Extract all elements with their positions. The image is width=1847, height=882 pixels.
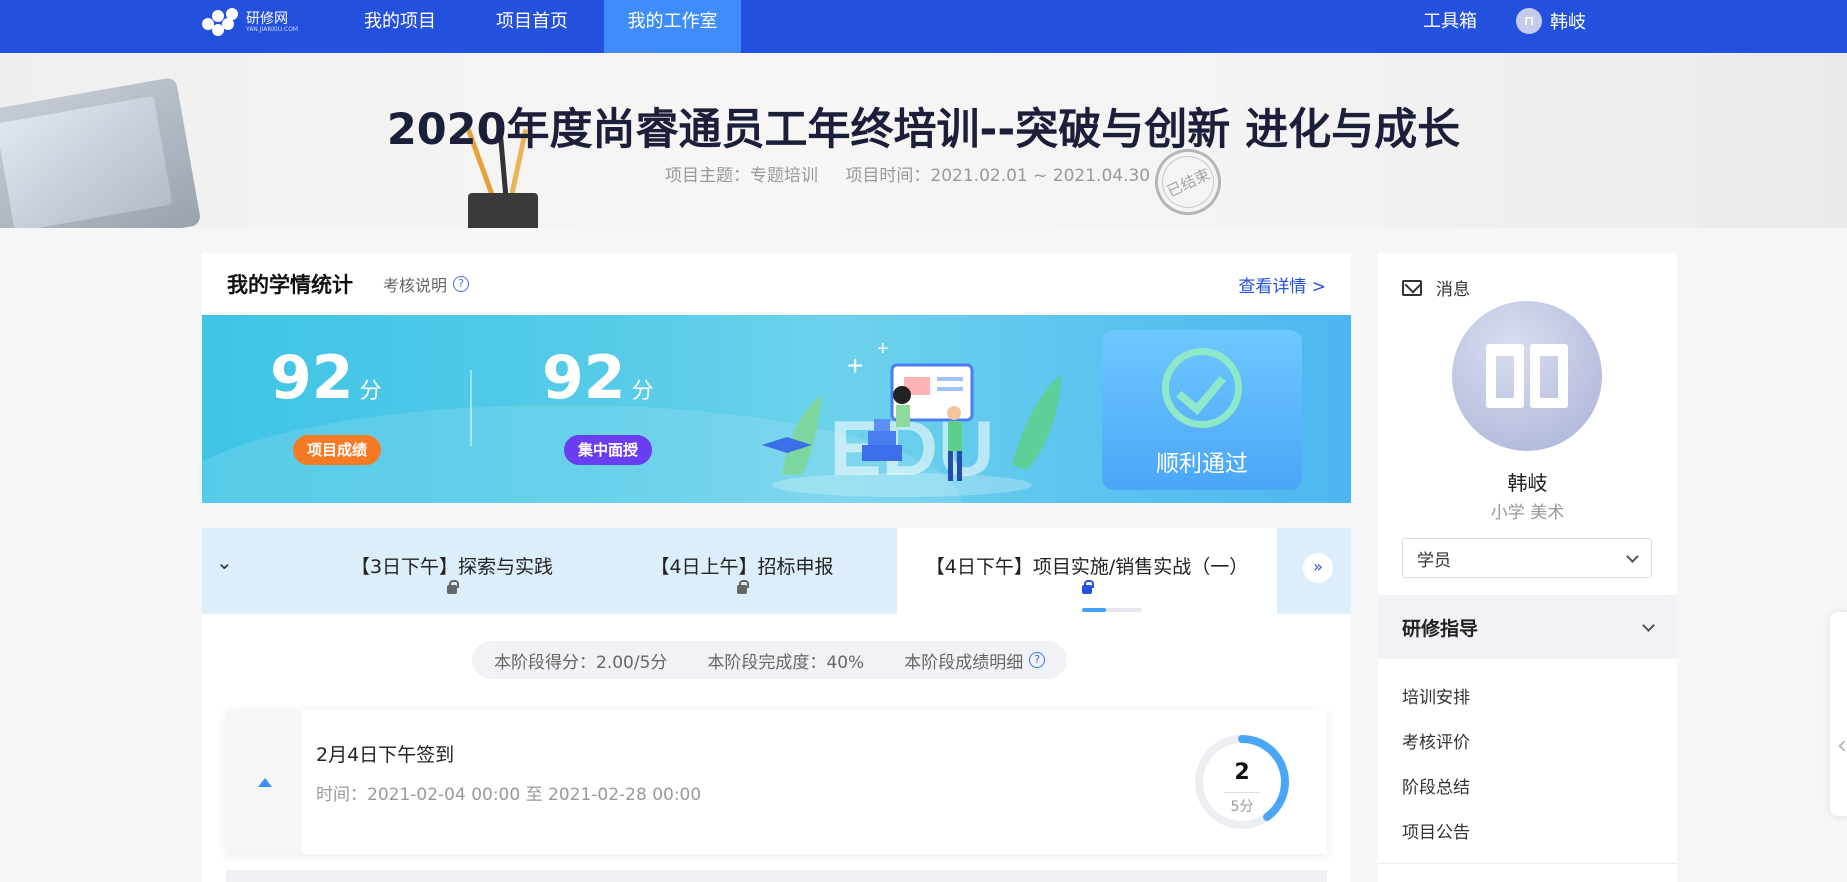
project-score-value: 92 xyxy=(270,343,354,413)
study-stats-card: 我的学情统计 考核说明 ? 查看详情 > 92 分 项目成绩 92 分 集中面授 E… xyxy=(202,253,1351,503)
stage-detail-link[interactable]: 本阶段成绩明细 ? xyxy=(904,648,1046,673)
face-to-face-score-tag: 集中面授 xyxy=(564,435,653,465)
tab-label: 【4日上午】招标申报 xyxy=(650,556,834,578)
chevron-left-icon xyxy=(1838,740,1847,752)
divider xyxy=(1378,863,1677,864)
svg-text:+: + xyxy=(877,338,889,360)
ring-divider xyxy=(1224,792,1260,793)
face-to-face-score-unit: 分 xyxy=(631,379,654,404)
project-score-unit: 分 xyxy=(359,379,382,404)
task-title: 2月4日下午签到 xyxy=(316,744,455,766)
profile-name: 韩岐 xyxy=(1507,471,1548,495)
stage-progress-bar xyxy=(1082,608,1142,612)
face-to-face-score-value: 92 xyxy=(542,343,626,413)
user-menu[interactable]: ⊓ 韩岐 xyxy=(1516,8,1586,34)
stage-completion: 本阶段完成度：40% xyxy=(707,652,865,673)
assessment-explain-link[interactable]: 考核说明 ? xyxy=(383,272,470,296)
stats-title: 我的学情统计 xyxy=(227,273,353,297)
logo[interactable]: 研修网 YAN.JIANXIU.COM xyxy=(202,8,298,38)
chevron-right-icon: > xyxy=(1311,276,1326,297)
stage-score: 本阶段得分：2.00/5分 xyxy=(494,652,668,673)
logo-subtext: YAN.JIANXIU.COM xyxy=(246,26,299,33)
lock-icon xyxy=(737,580,749,594)
chevron-down-icon xyxy=(1642,618,1655,632)
stage-detail-label: 本阶段成绩明细 xyxy=(904,652,1024,673)
role-select[interactable]: 学员 xyxy=(1402,538,1652,578)
nav-toolbox[interactable]: 工具箱 xyxy=(1410,0,1490,53)
project-title: 2020年度尚睿通员工年终培训--突破与创新 进化与成长 xyxy=(386,105,1461,155)
check-circle-icon xyxy=(1162,348,1242,428)
nav-my-studio[interactable]: 我的工作室 xyxy=(604,0,741,53)
role-value: 学员 xyxy=(1417,550,1451,571)
logo-text: 研修网 xyxy=(246,11,288,27)
score-divider xyxy=(470,370,472,446)
lock-icon xyxy=(447,580,459,594)
pass-text: 顺利通过 xyxy=(1156,451,1248,477)
user-name: 韩岐 xyxy=(1550,12,1586,33)
tab-stage-3pm[interactable]: 【3日下午】探索与实践 xyxy=(332,528,572,614)
project-score-tag: 项目成绩 xyxy=(293,435,382,465)
assessment-explain-label: 考核说明 xyxy=(383,276,448,295)
face-to-face-score: 92 分 xyxy=(542,347,654,409)
user-avatar: ⊓ xyxy=(1516,8,1542,34)
edu-illustration: EDU + + xyxy=(762,338,1062,497)
project-score: 92 分 xyxy=(270,347,382,409)
tab-stage-4am[interactable]: 【4日上午】招标申报 xyxy=(602,528,882,614)
pencil-cup-illustration xyxy=(468,193,538,228)
guide-item-training-schedule[interactable]: 培训安排 xyxy=(1402,683,1470,708)
guide-item-announcement[interactable]: 项目公告 xyxy=(1402,818,1470,843)
tab-stage-4pm[interactable]: 【4日下午】项目实施/销售实战（一） xyxy=(897,528,1277,614)
stage-content: 本阶段得分：2.00/5分 本阶段完成度：40% 本阶段成绩明细 ? 2月4日下… xyxy=(202,614,1351,882)
project-time: 项目时间：2021.02.01 ~ 2021.04.30 xyxy=(845,166,1151,186)
project-banner: 2020年度尚睿通员工年终培训--突破与创新 进化与成长 项目主题：专题培训 项… xyxy=(0,53,1847,228)
project-meta: 项目主题：专题培训 项目时间：2021.02.01 ~ 2021.04.30 xyxy=(665,161,1172,186)
collapse-icon[interactable]: ⌄ xyxy=(216,550,233,574)
logo-icon xyxy=(202,8,240,38)
mail-icon xyxy=(1402,279,1422,296)
lock-icon xyxy=(1082,580,1094,594)
message-label: 消息 xyxy=(1436,280,1470,300)
user-side-panel: 消息 韩岐 小学 美术 学员 研修指导 培训安排 考核评价 阶段总结 项目公告 xyxy=(1378,253,1677,882)
view-details-link[interactable]: 查看详情 > xyxy=(1238,272,1326,297)
pass-badge: 顺利通过 xyxy=(1102,330,1302,490)
stats-header: 我的学情统计 考核说明 ? 查看详情 > xyxy=(202,253,1351,315)
task-toggle[interactable] xyxy=(226,710,302,854)
chevron-down-icon xyxy=(1626,549,1639,563)
nav-my-projects[interactable]: 我的项目 xyxy=(350,0,450,53)
guide-title: 研修指导 xyxy=(1402,617,1479,640)
top-nav: 研修网 YAN.JIANXIU.COM 我的项目 项目首页 我的工作室 工具箱 … xyxy=(0,0,1847,53)
profile-subject: 小学 美术 xyxy=(1490,503,1565,523)
svg-text:+: + xyxy=(847,350,863,381)
task-card[interactable] xyxy=(226,870,1327,882)
guide-header[interactable]: 研修指导 xyxy=(1378,595,1677,659)
tab-label: 【4日下午】项目实施/销售实战（一） xyxy=(925,556,1249,578)
guide-item-assessment[interactable]: 考核评价 xyxy=(1402,728,1470,753)
guide-item-stage-summary[interactable]: 阶段总结 xyxy=(1402,773,1470,798)
next-tabs-button[interactable]: » xyxy=(1303,553,1333,583)
stage-summary: 本阶段得分：2.00/5分 本阶段完成度：40% 本阶段成绩明细 ? xyxy=(472,641,1068,679)
caret-up-icon xyxy=(258,778,272,787)
floating-side-tab[interactable] xyxy=(1830,612,1847,816)
stats-banner: 92 分 项目成绩 92 分 集中面授 EDU + + 顺利通过 xyxy=(202,315,1351,503)
tab-label: 【3日下午】探索与实践 xyxy=(350,556,554,578)
help-icon: ? xyxy=(1029,652,1046,668)
task-total: 5分 xyxy=(1230,799,1254,815)
help-icon: ? xyxy=(453,276,470,292)
book-logo-icon xyxy=(1482,336,1572,416)
message-link[interactable]: 消息 xyxy=(1402,275,1470,300)
task-card[interactable]: 2月4日下午签到 时间：2021-02-04 00:00 至 2021-02-2… xyxy=(226,710,1327,854)
project-theme: 项目主题：专题培训 xyxy=(665,166,818,186)
avatar xyxy=(1452,301,1602,451)
stage-tabs: ⌄ 【3日下午】探索与实践 【4日上午】招标申报 【4日下午】项目实施/销售实战… xyxy=(202,528,1351,614)
view-details-label: 查看详情 xyxy=(1238,276,1307,297)
task-time: 时间：2021-02-04 00:00 至 2021-02-28 00:00 xyxy=(316,785,702,805)
nav-project-home[interactable]: 项目首页 xyxy=(482,0,582,53)
task-score: 2 xyxy=(1234,760,1250,785)
